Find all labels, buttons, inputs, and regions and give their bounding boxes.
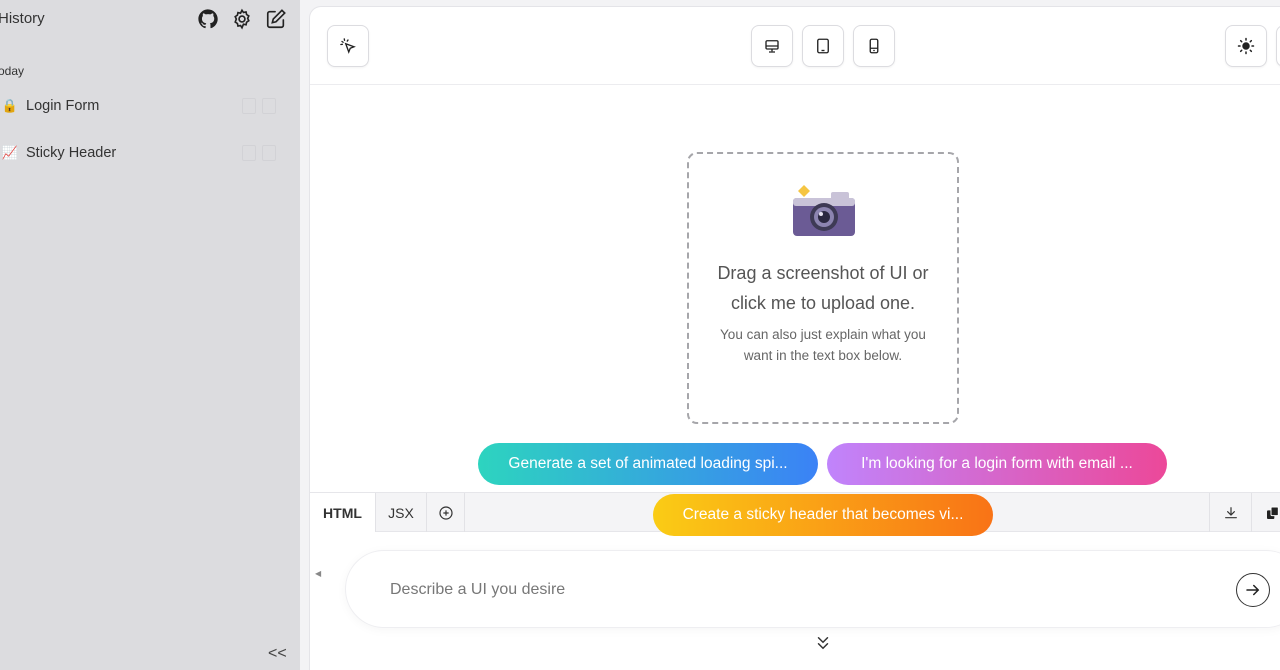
item-actions (242, 145, 276, 161)
sun-icon (1237, 37, 1255, 55)
select-element-button[interactable] (327, 25, 369, 67)
arrow-right-icon (1246, 584, 1260, 596)
suggestion-sticky-header[interactable]: Create a sticky header that becomes vi..… (653, 494, 993, 536)
sidebar-item-sticky-header[interactable]: 📈 Sticky Header (0, 135, 290, 171)
scroll-left-arrow[interactable]: ◀ (315, 569, 321, 578)
toolbar-extra-button[interactable] (1276, 25, 1280, 67)
desktop-view-button[interactable] (751, 25, 793, 67)
theme-toggle-button[interactable] (1225, 25, 1267, 67)
mobile-view-button[interactable] (853, 25, 895, 67)
download-button[interactable] (1209, 493, 1251, 532)
delete-icon[interactable] (262, 145, 276, 161)
chart-icon: 📈 (1, 145, 19, 160)
download-icon (1224, 506, 1237, 518)
add-tab-button[interactable] (427, 493, 465, 532)
collapse-sidebar-button[interactable]: << (268, 645, 287, 663)
desktop-icon (765, 40, 779, 53)
edit-icon[interactable] (242, 145, 256, 161)
upload-dropzone[interactable]: Drag a screenshot of UI or click me to u… (687, 152, 959, 424)
mobile-icon (869, 38, 879, 54)
dropzone-title: Drag a screenshot of UI or click me to u… (689, 258, 957, 318)
tablet-icon (817, 38, 829, 54)
tab-html[interactable]: HTML (310, 493, 376, 532)
suggestion-login-form[interactable]: I'm looking for a login form with email … (827, 443, 1167, 485)
suggestion-loading-spinners[interactable]: Generate a set of animated loading spi..… (478, 443, 818, 485)
tab-jsx[interactable]: JSX (376, 493, 427, 532)
plus-circle-icon (438, 505, 453, 520)
prompt-input[interactable] (390, 575, 1090, 605)
lock-icon: 🔒 (1, 98, 19, 113)
prompt-box (345, 550, 1280, 628)
dropzone-title-line: Drag a screenshot of UI or (717, 263, 929, 283)
dropzone-title-line: click me to upload one. (730, 293, 916, 313)
copy-icon (1266, 506, 1279, 519)
sidebar-item-label: Sticky Header (26, 145, 117, 161)
new-chat-icon[interactable] (264, 7, 288, 31)
dropzone-subtitle-line: You can also just explain what you (720, 327, 926, 342)
scroll-down-button[interactable] (814, 633, 832, 658)
send-button[interactable] (1236, 573, 1270, 607)
sidebar-item-login-form[interactable]: 🔒 Login Form (0, 88, 290, 124)
edit-icon[interactable] (242, 98, 256, 114)
github-icon[interactable] (196, 7, 220, 31)
camera-icon (793, 185, 855, 236)
delete-icon[interactable] (262, 98, 276, 114)
sidebar-item-label: Login Form (26, 98, 100, 114)
dropzone-subtitle-line: want in the text box below. (743, 348, 903, 363)
tablet-view-button[interactable] (802, 25, 844, 67)
dropzone-subtitle: You can also just explain what you want … (689, 324, 957, 366)
item-actions (242, 98, 276, 114)
copy-button[interactable] (1251, 493, 1280, 532)
chevrons-down-icon (817, 637, 829, 650)
sidebar-title: History (0, 10, 45, 27)
main-panel: Drag a screenshot of UI or click me to u… (309, 6, 1280, 670)
gear-icon[interactable] (230, 7, 254, 31)
preview-toolbar (310, 7, 1280, 85)
sidebar-section-today: oday (0, 64, 25, 78)
sidebar-toolbar (196, 7, 288, 31)
cursor-click-icon (340, 38, 356, 54)
history-sidebar: History oday 🔒 Login Form 📈 Sticky Heade… (0, 0, 300, 670)
